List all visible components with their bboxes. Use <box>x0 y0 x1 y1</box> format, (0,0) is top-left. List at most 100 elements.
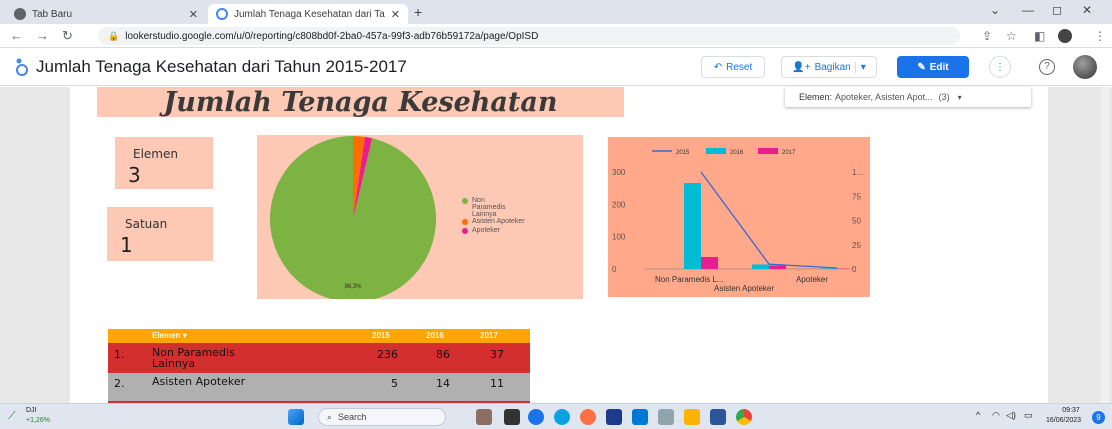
user-avatar[interactable] <box>1073 55 1097 79</box>
elemen-filter-control[interactable]: Elemen: Apoteker, Asisten Apot... (3) ▾ <box>785 87 1031 107</box>
windows-start-icon[interactable] <box>288 409 304 425</box>
legend-label: Apoteker <box>472 227 501 234</box>
bar-chart-panel[interactable]: 2015 2016 2017 300 200 100 0 1... 75 50 25 0 Non Par… <box>608 137 870 297</box>
legend-item[interactable]: Non Paramedis Lainnya <box>462 197 572 218</box>
tray-chevron-icon[interactable]: ^ <box>976 410 980 420</box>
tab-search-icon[interactable]: ⌄ <box>990 3 1000 17</box>
legend-item[interactable]: Asisten Apoteker <box>462 218 572 225</box>
report-heading: Jumlah Tenaga Kesehatan <box>163 86 558 118</box>
legend-dot-icon <box>462 219 468 225</box>
search-icon: ⌕ <box>327 411 333 422</box>
y2-tick-label: 1... <box>852 168 863 177</box>
table-header: Elemen ▾ 2015 2016 2017 <box>108 329 530 343</box>
address-bar-row: ← → ↻ 🔒 lookerstudio.google.com/u/0/repo… <box>0 24 1112 48</box>
restore-icon[interactable]: ◻ <box>1052 3 1062 17</box>
app-icon[interactable] <box>658 409 674 425</box>
battery-icon[interactable]: ▭ <box>1024 410 1033 421</box>
chevron-down-icon[interactable]: ▾ <box>854 61 866 73</box>
legend-label-2017: 2017 <box>782 150 796 156</box>
scorecard-satuan[interactable]: Satuan 1 <box>107 207 213 261</box>
x-tick-label: Non Paramedis L... <box>655 275 723 284</box>
store-icon[interactable] <box>632 409 648 425</box>
report-title[interactable]: Jumlah Tenaga Kesehatan dari Tahun 2015-… <box>36 57 407 77</box>
minimize-icon[interactable]: — <box>1022 3 1034 17</box>
close-tab-icon[interactable]: ✕ <box>391 8 400 21</box>
filter-value: Apoteker, Asisten Apot... <box>835 92 933 102</box>
file-explorer-icon[interactable] <box>684 409 700 425</box>
add-person-icon: 👤+ <box>792 61 811 73</box>
tab-new-tab[interactable]: Tab Baru ✕ <box>6 4 206 24</box>
looker-studio-icon <box>216 8 228 20</box>
y2-tick-label: 0 <box>852 265 857 274</box>
word-icon[interactable] <box>710 409 726 425</box>
wifi-icon[interactable]: ◠ <box>992 410 1000 421</box>
more-options-button[interactable]: ⋮ <box>989 56 1011 78</box>
combo-bar-chart[interactable]: 2015 2016 2017 300 200 100 0 1... 75 50 25 0 Non Par… <box>608 137 870 297</box>
reset-button[interactable]: ↶ Reset <box>701 56 765 78</box>
pencil-icon: ✎ <box>917 61 926 73</box>
url-field[interactable]: 🔒 lookerstudio.google.com/u/0/reporting/… <box>98 27 960 45</box>
task-view-icon[interactable] <box>504 409 520 425</box>
bar-2017[interactable] <box>701 257 718 269</box>
line-series-2015 <box>700 171 838 269</box>
scorecard-elemen[interactable]: Elemen 3 <box>115 137 213 189</box>
edge-icon[interactable] <box>554 409 570 425</box>
url-text: lookerstudio.google.com/u/0/reporting/c8… <box>125 30 539 42</box>
close-tab-icon[interactable]: ✕ <box>189 8 198 21</box>
edit-button[interactable]: ✎ Edit <box>897 56 969 78</box>
profile-avatar[interactable] <box>1058 29 1072 43</box>
browser-menu-icon[interactable]: ⋮ <box>1094 29 1106 43</box>
col-header-label: Elemen <box>152 331 181 340</box>
share-button[interactable]: 👤+ Bagikan ▾ <box>781 56 877 78</box>
new-tab-icon[interactable]: + <box>414 4 422 20</box>
dropbox-icon[interactable] <box>606 409 622 425</box>
col-header-2015[interactable]: 2015 <box>372 331 390 340</box>
share-page-icon[interactable]: ⇪ <box>982 29 992 43</box>
volume-icon[interactable]: ◁) <box>1006 410 1016 421</box>
col-header-2017[interactable]: 2017 <box>480 331 498 340</box>
stock-ticker[interactable]: DJI <box>26 407 37 414</box>
bar-2016[interactable] <box>684 182 701 269</box>
help-icon[interactable]: ? <box>1039 59 1055 75</box>
reload-icon[interactable]: ↻ <box>62 28 73 44</box>
taskbar-search[interactable]: ⌕ Search <box>318 408 446 426</box>
row-2015: 236 <box>377 348 398 361</box>
clock-time[interactable]: 09:37 <box>1054 407 1088 414</box>
filter-count: (3) <box>938 92 950 102</box>
bar-2016[interactable] <box>752 264 769 269</box>
tab-report[interactable]: Jumlah Tenaga Kesehatan dari Ta ✕ <box>208 4 408 24</box>
close-window-icon[interactable]: ✕ <box>1082 3 1092 17</box>
firefox-icon[interactable] <box>580 409 596 425</box>
legend-swatch-2016 <box>706 148 726 154</box>
row-2016: 14 <box>436 377 450 390</box>
taskbar: ⟋ DJI +1,26% ⌕ Search ^ ◠ ◁) ▭ 09:37 16/… <box>0 403 1112 429</box>
search-label: Search <box>338 412 367 422</box>
data-table[interactable]: Elemen ▾ 2015 2016 2017 1. Non Paramedis… <box>108 329 530 403</box>
stock-chart-icon: ⟋ <box>8 410 16 422</box>
legend-label-2016: 2016 <box>730 150 744 156</box>
clock-date[interactable]: 16/06/2023 <box>1046 417 1081 424</box>
browser-tab-strip: Tab Baru ✕ Jumlah Tenaga Kesehatan dari … <box>0 0 1112 24</box>
scorecard-value: 3 <box>128 163 141 187</box>
filter-label: Elemen: <box>799 92 833 102</box>
sidepanel-icon[interactable]: ◧ <box>1034 29 1045 43</box>
notification-badge[interactable]: 9 <box>1092 411 1105 424</box>
table-row[interactable]: 1. Non Paramedis Lainnya 236 86 37 <box>108 343 530 373</box>
chrome-taskbar-icon[interactable] <box>736 409 752 425</box>
col-header-elemen[interactable]: Elemen ▾ <box>152 331 187 340</box>
y-tick-label: 0 <box>612 265 617 274</box>
legend-dot-icon <box>462 228 468 234</box>
col-header-2016[interactable]: 2016 <box>426 331 444 340</box>
bookmark-star-icon[interactable]: ☆ <box>1006 29 1017 43</box>
scrollbar[interactable] <box>1101 87 1109 403</box>
legend-item[interactable]: Apoteker <box>462 227 572 234</box>
bar-2017[interactable] <box>769 265 786 269</box>
back-icon[interactable]: ← <box>10 28 23 43</box>
zoom-icon[interactable] <box>528 409 544 425</box>
forward-icon[interactable]: → <box>36 28 49 43</box>
reset-icon: ↶ <box>713 61 723 73</box>
table-row[interactable]: 2. Asisten Apoteker 5 14 11 <box>108 373 530 401</box>
turtle-widget-icon[interactable] <box>476 409 492 425</box>
pie-chart-panel[interactable]: 96,3% Non Paramedis Lainnya Asisten Apote… <box>257 135 583 302</box>
scorecard-label: Elemen <box>133 147 178 161</box>
